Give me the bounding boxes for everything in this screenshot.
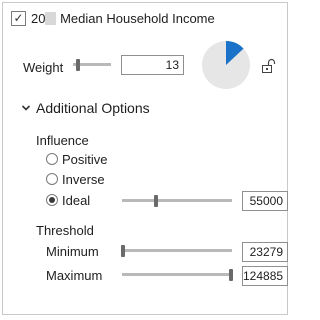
ideal-value-input[interactable]: 55000 <box>242 191 288 211</box>
chevron-down-icon[interactable] <box>21 103 31 113</box>
influence-label: Influence <box>36 133 89 148</box>
redacted-text <box>45 12 57 25</box>
maximum-slider-thumb[interactable] <box>228 269 233 281</box>
radio-ideal[interactable] <box>46 194 58 206</box>
weight-input[interactable]: 13 <box>121 55 184 75</box>
layer-checkbox[interactable]: ✓ <box>11 11 26 26</box>
maximum-value-input[interactable]: 124885 <box>242 266 288 286</box>
minimum-value-input[interactable]: 23279 <box>242 242 288 262</box>
radio-positive-label[interactable]: Positive <box>62 152 108 167</box>
radio-inverse-label[interactable]: Inverse <box>62 172 105 187</box>
minimum-slider-thumb[interactable] <box>121 245 126 257</box>
radio-positive[interactable] <box>46 153 58 165</box>
radio-dot <box>49 197 55 203</box>
minimum-label: Minimum <box>46 244 99 259</box>
weight-pie-chart <box>202 41 250 89</box>
weight-label: Weight <box>23 60 64 75</box>
radio-ideal-label[interactable]: Ideal <box>62 193 90 208</box>
layer-panel: ✓ 20 Median Household Income Weight 13 A… <box>2 2 288 315</box>
unlock-icon[interactable] <box>260 58 276 74</box>
ideal-slider-thumb[interactable] <box>154 195 159 207</box>
additional-options-header[interactable]: Additional Options <box>36 100 150 116</box>
radio-inverse[interactable] <box>46 173 58 185</box>
layer-title-suffix: Median Household Income <box>60 11 215 26</box>
minimum-slider-track <box>122 249 232 252</box>
threshold-label: Threshold <box>36 223 94 238</box>
ideal-slider-track <box>122 199 232 202</box>
layer-title: 20 Median Household Income <box>31 11 215 26</box>
maximum-label: Maximum <box>46 268 103 283</box>
weight-slider-thumb[interactable] <box>75 59 80 71</box>
layer-title-prefix: 20 <box>31 11 46 26</box>
checkmark-icon: ✓ <box>13 11 24 25</box>
maximum-slider-track <box>122 273 232 276</box>
